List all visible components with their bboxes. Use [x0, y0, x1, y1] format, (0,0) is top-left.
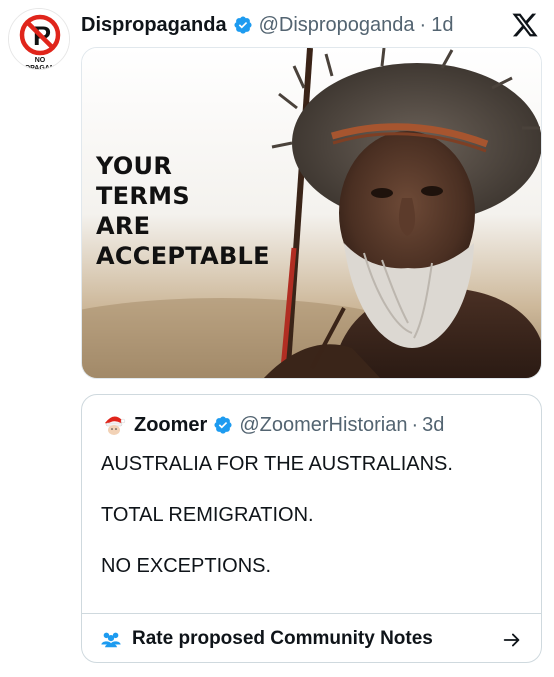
arrow-right-icon[interactable]: [501, 629, 523, 651]
quoted-text-line: NO EXCEPTIONS.: [101, 555, 272, 577]
x-logo-icon[interactable]: [510, 10, 540, 40]
separator-dot: ·: [419, 13, 427, 36]
quoted-handle[interactable]: @ZoomerHistorian: [239, 414, 407, 437]
meme-caption-line: ACCEPTABLE: [96, 242, 270, 270]
tweet-media-image[interactable]: YOUR TERMS ARE ACCEPTABLE: [81, 47, 542, 379]
author-avatar[interactable]: P NO PROPAGANDA: [8, 8, 70, 70]
quoted-text-line: TOTAL REMIGRATION.: [101, 504, 314, 526]
meme-caption: YOUR TERMS ARE ACCEPTABLE: [96, 151, 270, 271]
santa-avatar-icon: [102, 413, 126, 437]
quoted-text-line: AUSTRALIA FOR THE AUSTRALIANS.: [101, 453, 453, 475]
author-display-name[interactable]: Dispropaganda: [81, 14, 227, 37]
quoted-timestamp[interactable]: 3d: [422, 414, 444, 437]
community-notes-button[interactable]: Rate proposed Community Notes: [82, 613, 541, 662]
meme-caption-line: ARE: [96, 212, 151, 240]
tweet-header: Dispropaganda @Dispropoganda · 1d: [81, 10, 453, 40]
no-propaganda-sign-icon: P NO PROPAGANDA: [9, 9, 69, 70]
quoted-tweet-text: AUSTRALIA FOR THE AUSTRALIANS. TOTAL REM…: [101, 452, 453, 605]
meme-caption-line: YOUR: [96, 152, 173, 180]
meme-caption-line: TERMS: [96, 182, 190, 210]
verified-badge-icon[interactable]: [233, 15, 253, 35]
author-handle[interactable]: @Dispropoganda: [259, 14, 415, 37]
quoted-tweet-card[interactable]: Zoomer @ZoomerHistorian · 3d AUSTRALIA F…: [81, 394, 542, 663]
verified-badge-icon[interactable]: [213, 415, 233, 435]
svg-text:NO: NO: [35, 57, 46, 64]
community-notes-label: Rate proposed Community Notes: [132, 628, 433, 649]
quoted-author-avatar[interactable]: [102, 413, 126, 437]
quoted-tweet-header: Zoomer @ZoomerHistorian · 3d: [102, 413, 444, 437]
separator-dot: ·: [411, 413, 419, 436]
people-icon: [100, 628, 122, 650]
svg-text:PROPAGANDA: PROPAGANDA: [15, 65, 65, 70]
quoted-display-name[interactable]: Zoomer: [134, 414, 207, 437]
tweet-timestamp[interactable]: 1d: [431, 14, 453, 37]
